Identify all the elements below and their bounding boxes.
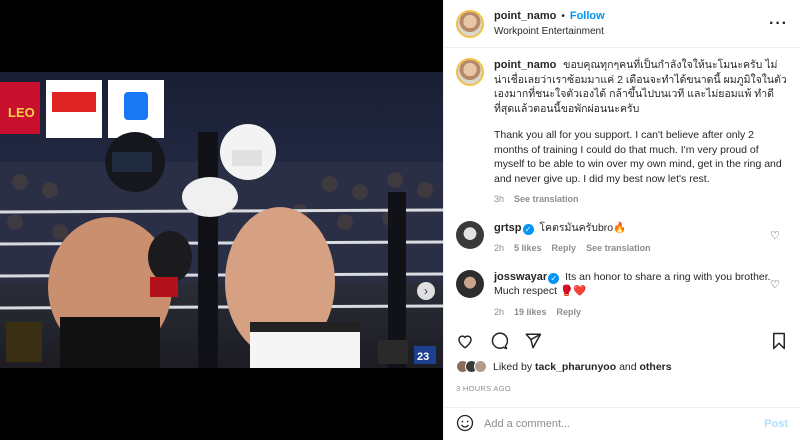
comment-like-icon[interactable]: ♡ [770,229,780,242]
reply-button[interactable]: Reply [557,305,582,320]
post-photo[interactable]: LEO 23 › [0,72,443,368]
reply-button[interactable]: Reply [552,241,577,256]
next-photo-button[interactable]: › [417,282,435,300]
likes-prefix: Liked by [493,360,533,373]
avatar[interactable] [456,58,484,86]
comment-text: โคตรมันครับbro🔥 [539,221,627,234]
likes-others-link[interactable]: others [640,361,672,373]
verified-icon: ✓ [548,272,560,284]
comment-age: 2h [494,306,505,317]
see-translation-link[interactable]: See translation [514,192,579,207]
comment-input[interactable] [484,418,744,430]
comments-scroll-area[interactable]: point_namo ขอบคุณทุกๆคนที่เป็นกำลังใจให้… [444,48,800,324]
follow-button[interactable]: Follow [570,9,605,24]
badge-23: 23 [417,351,429,363]
comment-username[interactable]: grtsp [494,222,522,234]
comment-icon[interactable] [490,332,508,350]
caption: point_namo ขอบคุณทุกๆคนที่เป็นกำลังใจให้… [456,58,788,207]
avatar [474,360,487,373]
badge-leo: LEO [8,105,35,120]
post-header: point_namo • Follow Workpoint Entertainm… [444,0,800,48]
comment-item: josswayar ✓ Its an honor to share a ring … [456,269,788,320]
action-bar [456,328,788,354]
see-translation-link[interactable]: See translation [586,241,651,256]
post-timestamp[interactable]: 3 HOURS AGO [456,384,511,393]
likes-summary: Liked by tack_pharunyoo and others [456,360,672,373]
add-comment-bar: Post [444,407,800,440]
avatar[interactable] [456,269,484,298]
post-media-panel: LEO 23 › [0,0,443,440]
post-button[interactable]: Post [764,418,788,430]
header-username[interactable]: point_namo [494,9,556,24]
bookmark-icon[interactable] [770,332,788,350]
caption-age[interactable]: 3h [494,192,504,207]
more-horizontal-icon[interactable]: ··· [769,15,788,33]
comment-username[interactable]: josswayar [494,271,547,283]
send-icon[interactable] [524,332,542,350]
comment-like-icon[interactable]: ♡ [770,278,780,291]
comment-item: grtsp ✓ โคตรมันครับbro🔥 2h 5 likes Reply … [456,220,788,256]
separator: • [561,10,565,22]
location-link[interactable]: Workpoint Entertainment [494,24,605,39]
comment-age: 2h [494,243,505,253]
liker-username[interactable]: tack_pharunyoo [535,361,616,373]
caption-username[interactable]: point_namo [494,59,556,71]
caption-english-text: Thank you all for you support. I can't b… [494,129,782,185]
comment-likes[interactable]: 5 likes [514,241,542,256]
post-side-panel: point_namo • Follow Workpoint Entertainm… [443,0,800,440]
comment-likes[interactable]: 19 likes [514,305,547,320]
likes-conj: and [619,360,637,373]
verified-icon: ✓ [522,223,534,235]
heart-icon[interactable] [456,332,474,350]
avatar[interactable] [456,220,484,249]
smiley-icon[interactable] [456,414,474,435]
avatar[interactable] [456,9,484,38]
